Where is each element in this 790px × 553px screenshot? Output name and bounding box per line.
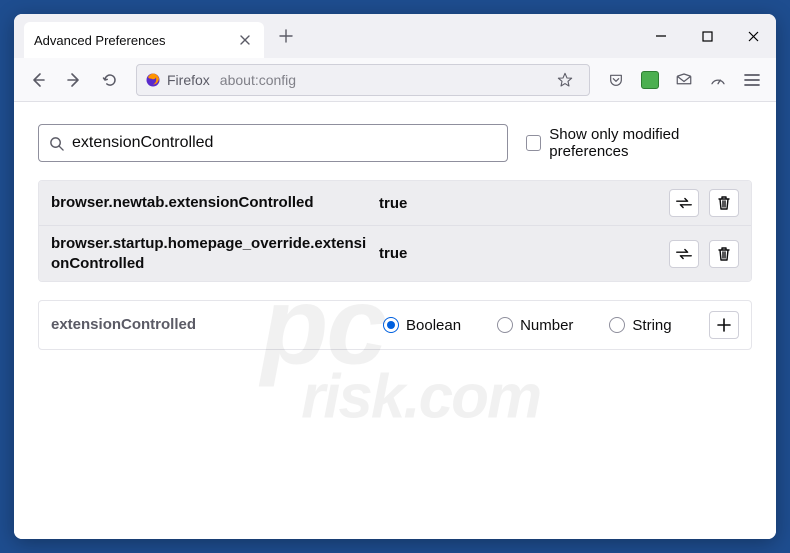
- search-icon: [49, 136, 64, 151]
- bookmark-button[interactable]: [549, 64, 581, 96]
- dashboard-button[interactable]: [702, 64, 734, 96]
- inbox-icon: [675, 71, 693, 89]
- search-row: extensionControlled Show only modified p…: [38, 124, 752, 162]
- show-modified-checkbox[interactable]: Show only modified preferences: [526, 126, 752, 160]
- minimize-icon: [655, 30, 667, 42]
- arrow-left-icon: [30, 72, 46, 88]
- arrow-right-icon: [66, 72, 82, 88]
- window-controls: [638, 14, 776, 58]
- new-tab-button[interactable]: [270, 20, 302, 52]
- url-text: about:config: [220, 72, 543, 88]
- about-config-page: pc risk.com extensionControlled Show onl…: [14, 102, 776, 539]
- show-modified-label: Show only modified preferences: [549, 126, 752, 160]
- row-actions: [669, 240, 739, 268]
- trash-icon: [717, 246, 731, 262]
- radio-checked-icon: [383, 317, 399, 333]
- pref-name: browser.startup.homepage_override.extens…: [51, 234, 369, 273]
- extension-button[interactable]: [634, 64, 666, 96]
- delete-button[interactable]: [709, 240, 739, 268]
- preferences-list: browser.newtab.extensionControlled true …: [38, 180, 752, 282]
- minimize-button[interactable]: [638, 14, 684, 58]
- add-pref-button[interactable]: [709, 311, 739, 339]
- row-actions: [669, 189, 739, 217]
- app-menu-button[interactable]: [736, 64, 768, 96]
- titlebar: Advanced Preferences: [14, 14, 776, 58]
- new-pref-name: extensionControlled: [51, 315, 369, 335]
- tab-title: Advanced Preferences: [34, 33, 166, 48]
- toggle-icon: [675, 196, 693, 210]
- identity-label: Firefox: [167, 72, 214, 88]
- reload-icon: [102, 72, 118, 88]
- radio-number[interactable]: Number: [497, 317, 573, 334]
- new-pref-row: extensionControlled Boolean Number Strin…: [38, 300, 752, 350]
- forward-button[interactable]: [58, 64, 90, 96]
- toggle-button[interactable]: [669, 240, 699, 268]
- browser-window: Advanced Preferences: [14, 14, 776, 539]
- maximize-button[interactable]: [684, 14, 730, 58]
- star-icon: [557, 72, 573, 88]
- gauge-icon: [709, 71, 727, 89]
- maximize-icon: [702, 31, 713, 42]
- tab-advanced-preferences[interactable]: Advanced Preferences: [24, 22, 264, 58]
- close-tab-button[interactable]: [236, 31, 254, 49]
- pref-value: true: [379, 195, 659, 212]
- radio-boolean-label: Boolean: [406, 317, 461, 334]
- pref-value: true: [379, 245, 659, 262]
- toolbar-actions: [600, 64, 768, 96]
- pref-name: browser.newtab.extensionControlled: [51, 193, 369, 213]
- config-search-input[interactable]: extensionControlled: [38, 124, 508, 162]
- pref-row[interactable]: browser.newtab.extensionControlled true: [39, 181, 751, 225]
- reload-button[interactable]: [94, 64, 126, 96]
- pref-row[interactable]: browser.startup.homepage_override.extens…: [39, 225, 751, 281]
- radio-icon: [497, 317, 513, 333]
- trash-icon: [717, 195, 731, 211]
- close-window-button[interactable]: [730, 14, 776, 58]
- pocket-button[interactable]: [600, 64, 632, 96]
- config-search-value: extensionControlled: [72, 134, 213, 152]
- nav-toolbar: Firefox about:config: [14, 58, 776, 102]
- firefox-logo-icon: [145, 72, 161, 88]
- close-icon: [747, 30, 760, 43]
- close-icon: [239, 34, 251, 46]
- radio-string-label: String: [632, 317, 671, 334]
- watermark-line2: risk.com: [301, 369, 540, 425]
- type-radio-group: Boolean Number String: [383, 317, 672, 334]
- row-actions: [709, 311, 739, 339]
- radio-icon: [609, 317, 625, 333]
- extension-icon: [641, 71, 659, 89]
- radio-boolean[interactable]: Boolean: [383, 317, 461, 334]
- hamburger-icon: [744, 73, 760, 87]
- url-bar[interactable]: Firefox about:config: [136, 64, 590, 96]
- pocket-icon: [608, 72, 624, 88]
- toggle-icon: [675, 247, 693, 261]
- watermark: pc risk.com: [261, 276, 540, 425]
- checkbox-icon: [526, 135, 541, 151]
- plus-icon: [279, 29, 293, 43]
- radio-number-label: Number: [520, 317, 573, 334]
- toggle-button[interactable]: [669, 189, 699, 217]
- back-button[interactable]: [22, 64, 54, 96]
- delete-button[interactable]: [709, 189, 739, 217]
- inbox-button[interactable]: [668, 64, 700, 96]
- radio-string[interactable]: String: [609, 317, 671, 334]
- plus-icon: [717, 318, 731, 332]
